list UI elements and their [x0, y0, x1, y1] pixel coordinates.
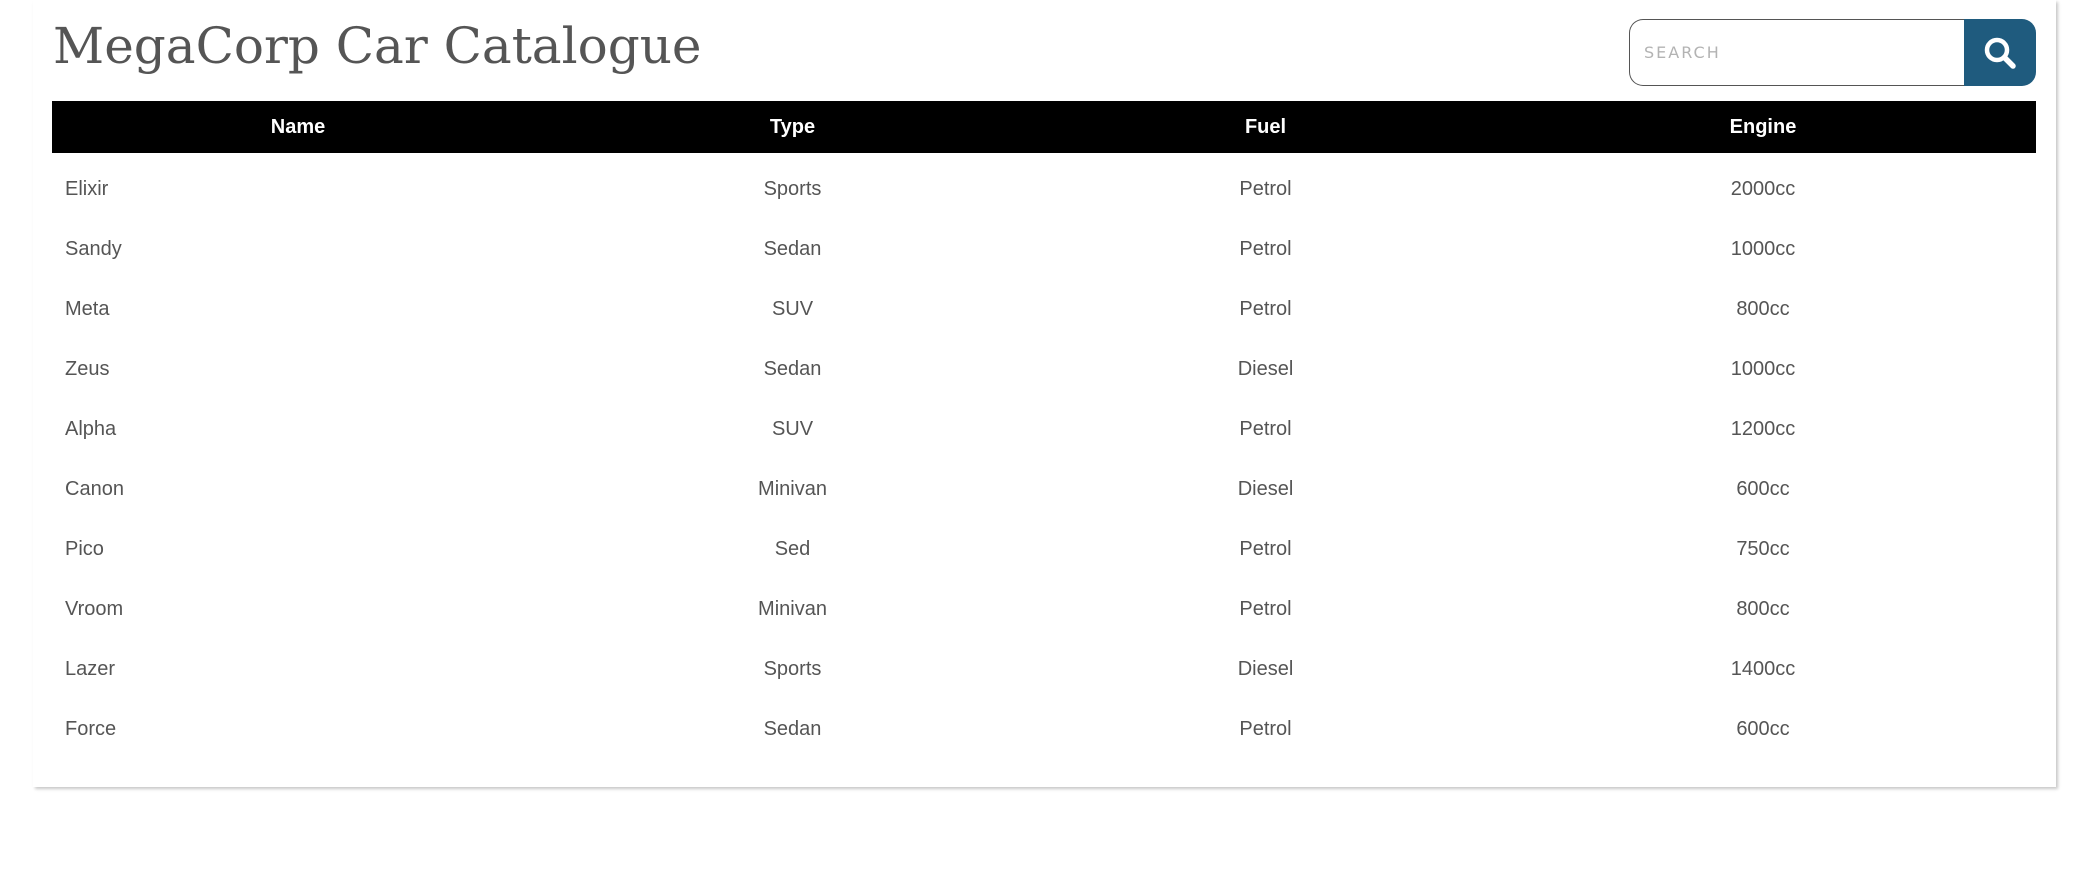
- cell-engine: 1400cc: [1730, 657, 1796, 680]
- page-title: MegaCorp Car Catalogue: [53, 17, 702, 75]
- cell-name: Sandy: [65, 237, 122, 260]
- table-row: Pico Sed Petrol 750cc: [52, 519, 2036, 579]
- column-header-type[interactable]: Type: [544, 101, 1041, 153]
- car-table: Name Type Fuel Engine Elixir Sports Petrol…: [52, 101, 2036, 759]
- page: { "header": { "title": "MegaCorp Car Cat…: [0, 0, 2084, 876]
- cell-name: Force: [65, 717, 117, 740]
- table-row: Zeus Sedan Diesel 1000cc: [52, 339, 2036, 399]
- cell-engine: 1200cc: [1730, 417, 1796, 440]
- cell-name: Canon: [65, 477, 124, 500]
- table-row: Lazer Sports Diesel 1400cc: [52, 639, 2036, 699]
- cell-type: Sports: [763, 657, 822, 680]
- cell-fuel: Petrol: [1239, 597, 1292, 620]
- table-body: Elixir Sports Petrol 2000cc Sandy Sedan Petrol…: [52, 153, 2036, 759]
- cell-name: Pico: [65, 537, 104, 560]
- table-header-row: Name Type Fuel Engine: [52, 101, 2036, 153]
- cell-type: Sports: [763, 177, 822, 200]
- cell-name: Vroom: [65, 597, 124, 620]
- column-header-engine[interactable]: Engine: [1490, 101, 2036, 153]
- cell-type: SUV: [771, 417, 814, 440]
- search-form: [1629, 19, 2036, 86]
- table-row: Elixir Sports Petrol 2000cc: [52, 153, 2036, 219]
- cell-fuel: Diesel: [1237, 657, 1294, 680]
- cell-fuel: Petrol: [1239, 717, 1292, 740]
- cell-engine: 800cc: [1736, 297, 1790, 320]
- cell-fuel: Petrol: [1239, 297, 1292, 320]
- cell-name: Elixir: [65, 177, 109, 200]
- catalogue-card: MegaCorp Car Catalogue Name Type Fuel En…: [33, 0, 2056, 787]
- cell-name: Alpha: [65, 417, 117, 440]
- cell-engine: 600cc: [1736, 717, 1790, 740]
- table-row: Sandy Sedan Petrol 1000cc: [52, 219, 2036, 279]
- cell-name: Meta: [65, 297, 110, 320]
- cell-engine: 1000cc: [1730, 357, 1796, 380]
- table-row: Meta SUV Petrol 800cc: [52, 279, 2036, 339]
- table-header: Name Type Fuel Engine: [52, 101, 2036, 153]
- cell-type: Sed: [774, 537, 811, 560]
- table-row: Canon Minivan Diesel 600cc: [52, 459, 2036, 519]
- cell-engine: 1000cc: [1730, 237, 1796, 260]
- column-header-fuel[interactable]: Fuel: [1041, 101, 1490, 153]
- table-row: Alpha SUV Petrol 1200cc: [52, 399, 2036, 459]
- cell-fuel: Petrol: [1239, 417, 1292, 440]
- cell-fuel: Petrol: [1239, 177, 1292, 200]
- table-row: Vroom Minivan Petrol 800cc: [52, 579, 2036, 639]
- search-icon: [1984, 37, 2016, 69]
- column-header-name[interactable]: Name: [52, 101, 544, 153]
- search-button[interactable]: [1964, 19, 2036, 86]
- cell-fuel: Diesel: [1237, 357, 1294, 380]
- cell-name: Lazer: [65, 657, 116, 680]
- cell-fuel: Diesel: [1237, 477, 1294, 500]
- cell-engine: 750cc: [1736, 537, 1790, 560]
- cell-engine: 800cc: [1736, 597, 1790, 620]
- cell-type: Sedan: [763, 717, 822, 740]
- cell-type: Sedan: [763, 357, 822, 380]
- cell-type: Sedan: [763, 237, 822, 260]
- cell-type: SUV: [771, 297, 814, 320]
- cell-name: Zeus: [65, 357, 110, 380]
- cell-engine: 600cc: [1736, 477, 1790, 500]
- cell-fuel: Petrol: [1239, 237, 1292, 260]
- cell-fuel: Petrol: [1239, 537, 1292, 560]
- cell-engine: 2000cc: [1730, 177, 1796, 200]
- search-input[interactable]: [1629, 19, 1964, 86]
- cell-type: Minivan: [758, 597, 827, 620]
- cell-type: Minivan: [758, 477, 827, 500]
- table-row: Force Sedan Petrol 600cc: [52, 699, 2036, 759]
